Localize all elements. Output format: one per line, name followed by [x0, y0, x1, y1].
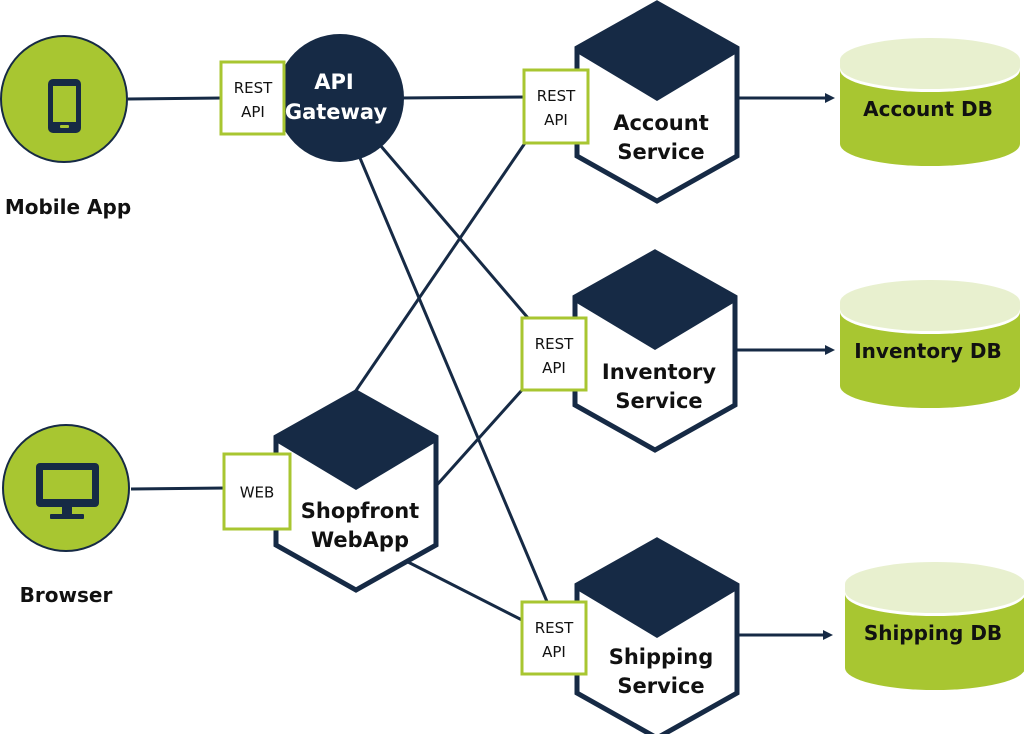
account-port-line1: REST — [537, 87, 576, 105]
shipping-db-label: Shipping DB — [864, 621, 1002, 645]
inventory-port-box — [520, 316, 588, 392]
gateway-rest-api-port[interactable]: REST API — [219, 60, 286, 136]
edge-mobile-gateway — [127, 96, 223, 101]
client-mobile-label: Mobile App — [5, 195, 131, 219]
inventory-db-top — [840, 280, 1020, 324]
account-port[interactable]: REST API — [522, 68, 590, 145]
shopfront-port-line1: WEB — [240, 484, 275, 502]
databases-layer: Account DB Inventory DB Shipping DB — [840, 38, 1024, 690]
inventory-db-label: Inventory DB — [854, 339, 1002, 363]
service-inventory-label-line2: Service — [615, 389, 702, 413]
shipping-port[interactable]: REST API — [520, 600, 588, 676]
service-shipping[interactable]: Shipping Service — [574, 537, 740, 734]
client-mobile-app[interactable]: Mobile App — [0, 35, 131, 219]
account-db-label: Account DB — [863, 97, 993, 121]
inventory-db[interactable]: Inventory DB — [840, 280, 1020, 408]
api-gateway-label-line1: API — [314, 70, 353, 94]
shipping-port-line2: API — [542, 643, 566, 661]
edge-shopfront-shipping — [403, 558, 523, 622]
gateway-port-line1: REST — [234, 79, 273, 97]
service-account[interactable]: Account Service — [574, 0, 740, 204]
service-account-label-line2: Service — [617, 140, 704, 164]
client-browser[interactable]: Browser — [2, 424, 130, 607]
account-port-box — [522, 68, 590, 145]
service-shopfront[interactable]: Shopfront WebApp — [273, 389, 439, 593]
shopfront-port[interactable]: WEB — [222, 452, 292, 531]
smartphone-icon — [48, 79, 81, 133]
edge-shopfront-account — [353, 142, 527, 393]
shipping-port-line1: REST — [535, 619, 574, 637]
service-shipping-label-line1: Shipping — [609, 645, 714, 669]
inventory-port-line1: REST — [535, 335, 574, 353]
inventory-port-line2: API — [542, 359, 566, 377]
service-inventory-label-line1: Inventory — [602, 360, 716, 384]
client-browser-label: Browser — [20, 583, 113, 607]
account-db-top — [840, 38, 1020, 82]
account-port-line2: API — [544, 111, 568, 129]
gateway-port-line2: API — [241, 103, 265, 121]
gateway-port-box — [219, 60, 286, 136]
api-gateway-circle — [276, 34, 404, 162]
account-db[interactable]: Account DB — [840, 38, 1020, 166]
service-shopfront-label-line2: WebApp — [311, 528, 409, 552]
shipping-db[interactable]: Shipping DB — [845, 562, 1024, 690]
edge-shopfront-inventory — [434, 388, 524, 488]
shipping-port-box — [520, 600, 588, 676]
service-account-label-line1: Account — [613, 111, 709, 135]
service-shipping-label-line2: Service — [617, 674, 704, 698]
inventory-port[interactable]: REST API — [520, 316, 588, 392]
service-inventory[interactable]: Inventory Service — [572, 249, 738, 453]
shipping-db-top — [845, 562, 1024, 606]
architecture-diagram: Mobile App Browser API Gateway REST API … — [0, 0, 1024, 734]
service-shopfront-label-line1: Shopfront — [301, 499, 419, 523]
edge-gateway-account — [399, 95, 527, 100]
api-gateway-label-line2: Gateway — [285, 100, 388, 124]
edge-browser-shopfront — [130, 486, 227, 491]
api-gateway-node[interactable]: API Gateway — [276, 34, 404, 162]
